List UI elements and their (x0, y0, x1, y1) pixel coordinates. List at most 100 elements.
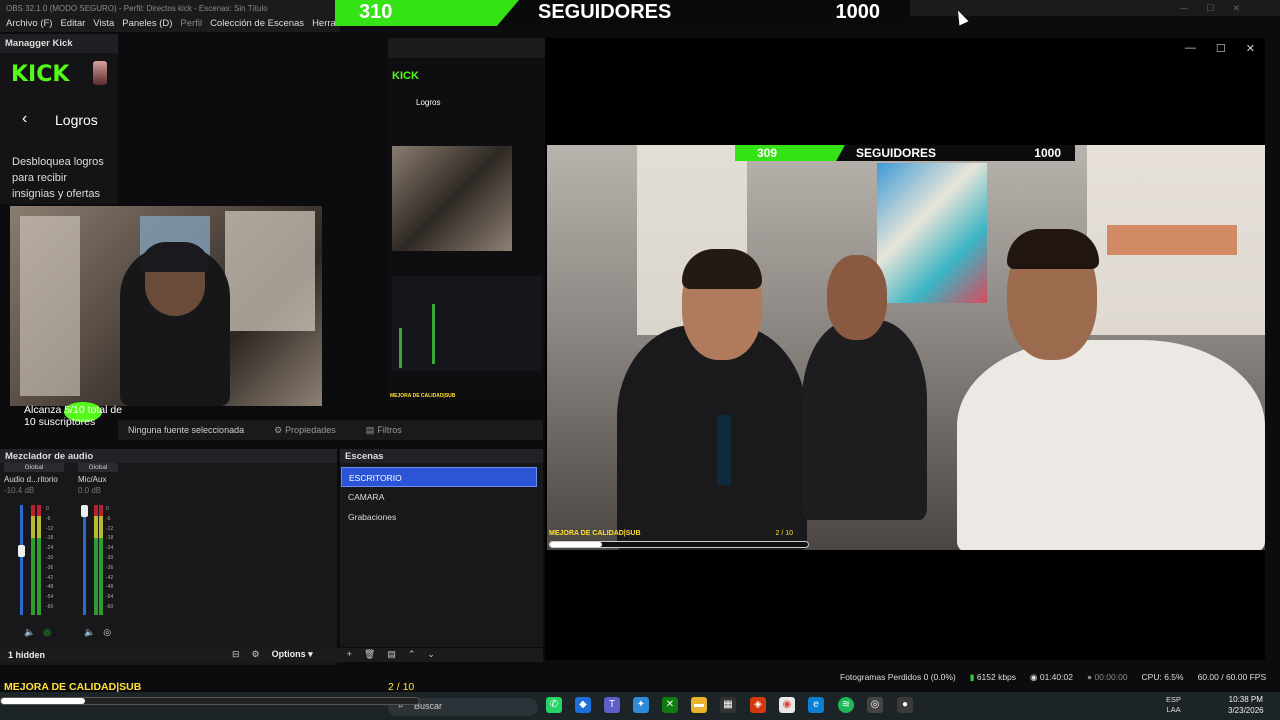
spotify-icon[interactable]: ≋ (838, 697, 854, 713)
scene-filters-icon[interactable]: ▤ (387, 649, 396, 660)
maximize-icon[interactable]: ☐ (1206, 3, 1214, 14)
goal-progress-fill (735, 145, 845, 161)
trash-icon[interactable]: 🗑 (364, 649, 375, 660)
sub-goal-overlay: MEJORA DE CALIDAD|SUB 2 / 10 (549, 530, 809, 550)
advanced-audio-icon[interactable]: ⚙ (252, 649, 260, 660)
channel-name[interactable]: Mic/Aux (78, 475, 118, 484)
signal-icon: ▮ (969, 672, 975, 682)
close-icon[interactable]: ✕ (1246, 42, 1255, 55)
camera-overlay-text: Alcanza 5/10 total de 10 suscriptores (24, 404, 123, 428)
copilot-icon[interactable]: ✦ (633, 697, 649, 713)
camera-preview (10, 206, 322, 406)
properties-button[interactable]: ⚙ Propiedades (274, 425, 336, 436)
chrome-icon[interactable]: ◉ (779, 697, 795, 713)
source-toolbar: Ninguna fuente seleccionada ⚙ Propiedades… (118, 420, 543, 440)
goal-target: 1000 (1034, 146, 1061, 160)
menu-coleccion[interactable]: Colección de Escenas (210, 18, 304, 32)
live-time: ◉ 01:40:02 (1030, 672, 1073, 686)
volume-fader[interactable] (20, 505, 23, 615)
scene-item[interactable]: CAMARA (341, 487, 537, 507)
sub-goal-overlay: MEJORA DE CALIDAD|SUB 2 / 10 (0, 681, 430, 705)
sub-goal-fill (550, 542, 602, 547)
minimize-icon[interactable]: — (1179, 3, 1188, 14)
level-meter (99, 505, 103, 615)
goal-label: SEGUIDORES (856, 146, 937, 160)
gear-icon: ⚙ (274, 424, 283, 435)
window-controls: — ☐ ✕ (1179, 3, 1240, 14)
speaker-icon[interactable]: 🔈 (84, 627, 95, 638)
edge-icon[interactable]: e (808, 697, 824, 713)
level-meter (31, 505, 35, 615)
move-up-icon[interactable]: ⌃ (408, 649, 416, 660)
sub-goal-label: MEJORA DE CALIDAD|SUB (4, 681, 142, 693)
close-icon[interactable]: ✕ (1232, 3, 1240, 14)
hidden-count[interactable]: 1 hidden (8, 650, 45, 660)
volume-knob[interactable] (81, 505, 88, 517)
menu-archivo[interactable]: Archivo (F) (6, 18, 52, 32)
scenes-dock: Escenas ESCRITORIO CAMARA Grabaciones (340, 449, 543, 647)
sub-goal-track (0, 697, 420, 705)
dock-footer: 1 hidden ⊟ ⚙ Options ▾ + 🗑 ▤ ⌃ ⌄ (0, 648, 543, 662)
scene-item[interactable]: ESCRITORIO (341, 467, 537, 487)
headphones-icon[interactable]: ◎ (43, 627, 51, 638)
kick-logo: KICK (11, 62, 70, 87)
move-down-icon[interactable]: ⌄ (427, 649, 435, 660)
layout-icon[interactable]: ⊟ (232, 649, 240, 660)
followers-goal-overlay: 309 SEGUIDORES 1000 (735, 145, 1075, 161)
channel-group: Global (4, 463, 64, 472)
system-clock[interactable]: 10:38 PM 3/23/2026 (1228, 694, 1264, 716)
volume-knob[interactable] (18, 544, 25, 557)
menu-paneles[interactable]: Paneles (D) (122, 18, 172, 32)
menu-vista[interactable]: Vista (93, 18, 114, 32)
bitrate-value: 6152 kbps (976, 672, 1017, 682)
scene-item[interactable]: Grabaciones (341, 507, 537, 527)
status-bar: Fotogramas Perdidos 0 (0.0%) ▮ 6152 kbps… (840, 672, 1280, 686)
cpu-usage: CPU: 6.5% (1141, 672, 1184, 682)
mixer-title: Mezclador de audio (0, 449, 337, 463)
window-title: OBS 32.1.0 (MODO SEGURO) - Perfil: Direc… (6, 4, 268, 13)
sub-goal-count: 2 / 10 (775, 530, 793, 537)
chevron-left-icon[interactable]: ‹ (22, 110, 27, 128)
rec-time-value: 00:00:00 (1094, 672, 1128, 682)
maximize-icon[interactable]: ☐ (1216, 42, 1226, 55)
goal-count: 309 (757, 146, 778, 160)
sub-goal-label: MEJORA DE CALIDAD|SUB (549, 530, 641, 537)
bitrate: ▮ 6152 kbps (970, 672, 1016, 686)
minimize-icon[interactable]: — (1185, 42, 1196, 55)
scenes-title: Escenas (340, 449, 543, 463)
lang-top: ESP (1166, 695, 1182, 704)
properties-label: Propiedades (285, 425, 336, 435)
store-icon[interactable]: ◆ (575, 697, 591, 713)
kick-manager-dock: Managger Kick KICK ‹ Logros Desbloquea l… (0, 34, 118, 204)
language-indicator[interactable]: ESP LAA (1166, 695, 1181, 715)
channel-name[interactable]: Audio d...ritorio (4, 475, 64, 484)
clock-date: 3/23/2026 (1228, 706, 1264, 715)
add-scene-icon[interactable]: + (347, 649, 352, 660)
dock-title: Managger Kick (0, 34, 118, 53)
speaker-icon[interactable]: 🔈 (24, 627, 35, 638)
folder-icon[interactable]: ▬ (691, 697, 707, 713)
whatsapp-icon[interactable]: ✆ (546, 697, 562, 713)
goal-target: 1000 (835, 1, 881, 23)
meter-scale: 0 -6 -12 -18 -24 -30 -36 -42 -48 -54 -60 (46, 506, 54, 610)
mixer-channel: Global Audio d...ritorio -10.4 dB (4, 463, 64, 495)
office-icon[interactable]: ◈ (750, 697, 766, 713)
sub-goal-count: 2 / 10 (388, 681, 415, 693)
stream-preview-window: — ☐ ✕ 309 SEGUIDORES 1000 MEJORA DE CALI… (545, 38, 1265, 660)
options-button[interactable]: Options ▾ (272, 649, 313, 660)
filters-button[interactable]: ▤ Filtros (366, 425, 402, 436)
window-controls: — ☐ ✕ (1185, 42, 1255, 55)
teams-icon[interactable]: T (604, 697, 620, 713)
volume-fader[interactable] (83, 505, 86, 615)
xbox-icon[interactable]: ✕ (662, 697, 678, 713)
broadcast-icon: ◉ (1030, 672, 1038, 682)
menu-perfil[interactable]: Perfil (180, 18, 202, 32)
calculator-icon[interactable]: ▦ (720, 697, 736, 713)
dropped-frames: Fotogramas Perdidos 0 (0.0%) (840, 672, 956, 682)
obs-icon[interactable]: ● (897, 697, 913, 713)
headphones-icon[interactable]: ◎ (103, 627, 111, 638)
app-icon[interactable]: ◎ (867, 697, 883, 713)
menu-editar[interactable]: Editar (60, 18, 85, 32)
mixer-channel: Global Mic/Aux 0.0 dB (78, 463, 118, 495)
avatar[interactable] (93, 61, 107, 85)
